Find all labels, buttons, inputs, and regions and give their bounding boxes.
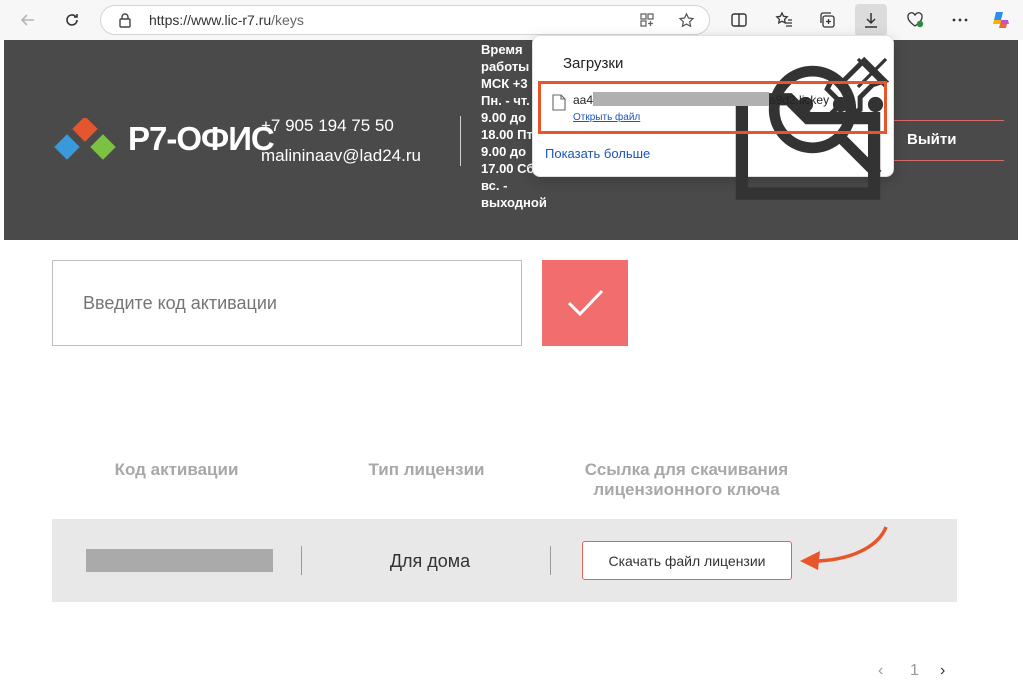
- split-screen-button[interactable]: [723, 4, 755, 36]
- column-header-type: Тип лицензии: [368, 460, 485, 479]
- heart-pulse-icon: [907, 12, 924, 28]
- favorites-list-icon: [775, 11, 792, 27]
- table-row: Для дома Скачать файл лицензии: [52, 519, 957, 602]
- copilot-icon: [993, 12, 1009, 28]
- column-header-link: Ссылка для скачивания лицензионного ключ…: [584, 460, 789, 499]
- next-page-icon[interactable]: ›: [940, 662, 945, 680]
- filename-suffix: a9d2.lickey: [769, 93, 830, 107]
- collections-button[interactable]: [811, 4, 843, 36]
- refresh-icon: [66, 14, 78, 26]
- download-license-button[interactable]: Скачать файл лицензии: [582, 541, 792, 580]
- phone-number[interactable]: +7 905 194 75 50: [261, 116, 394, 136]
- split-screen-icon: [731, 13, 747, 27]
- column-header-code: Код активации: [114, 460, 239, 479]
- ellipsis-icon: [952, 18, 968, 22]
- browser-toolbar: https://www.lic-r7.ru/keys: [0, 0, 1023, 40]
- page-number[interactable]: 1: [910, 662, 919, 680]
- prev-page-icon[interactable]: ‹: [878, 662, 883, 680]
- logout-border-bottom: [884, 160, 1004, 161]
- back-arrow-icon: [20, 14, 34, 26]
- lock-icon: [119, 13, 131, 28]
- url-text: https://www.lic-r7.ru/keys: [149, 12, 304, 28]
- download-icon: [865, 13, 877, 28]
- license-type: Для дома: [389, 551, 471, 571]
- download-filename: aa4 a9d2.lickey: [573, 92, 829, 107]
- downloads-panel: Загрузки aa4 a9d2.lickey Открыть файл Пок…: [532, 35, 894, 200]
- download-item[interactable]: aa4 a9d2.lickey Открыть файл: [538, 81, 887, 134]
- filename-prefix: aa4: [573, 93, 594, 107]
- activation-code-input[interactable]: [52, 260, 522, 346]
- url-domain: https://www.lic-r7.ru: [149, 12, 272, 28]
- url-path: /keys: [271, 12, 304, 28]
- submit-activation-button[interactable]: [542, 260, 628, 346]
- cell-separator: [550, 546, 551, 575]
- collections-icon: [820, 12, 835, 28]
- activation-code-redacted: [86, 549, 273, 572]
- favorites-button[interactable]: [768, 4, 800, 36]
- address-bar[interactable]: https://www.lic-r7.ru/keys: [100, 5, 710, 35]
- cell-separator: [301, 546, 302, 575]
- refresh-button[interactable]: [56, 4, 88, 36]
- app-grid-icon[interactable]: [639, 12, 655, 28]
- back-button[interactable]: [12, 4, 44, 36]
- email-address[interactable]: malininaav@lad24.ru: [261, 146, 421, 166]
- open-file-link[interactable]: Открыть файл: [573, 112, 640, 123]
- more-menu-button[interactable]: [944, 4, 976, 36]
- annotation-arrow-icon: [800, 526, 888, 570]
- logo-text: Р7-ОФИС: [128, 120, 275, 157]
- copilot-button[interactable]: [985, 4, 1017, 36]
- logout-link[interactable]: Выйти: [907, 131, 956, 148]
- file-icon: [552, 94, 566, 111]
- filename-redacted: [593, 92, 770, 106]
- r7-logo-icon: [54, 118, 116, 160]
- downloads-button[interactable]: [855, 4, 887, 36]
- show-more-link[interactable]: Показать больше: [545, 146, 650, 161]
- browser-essentials-button[interactable]: [899, 4, 931, 36]
- header-divider: [460, 116, 461, 166]
- logout-border-top: [884, 120, 1004, 121]
- checkmark-icon: [567, 289, 604, 317]
- downloads-title: Загрузки: [563, 55, 624, 72]
- favorite-star-icon[interactable]: [678, 12, 695, 29]
